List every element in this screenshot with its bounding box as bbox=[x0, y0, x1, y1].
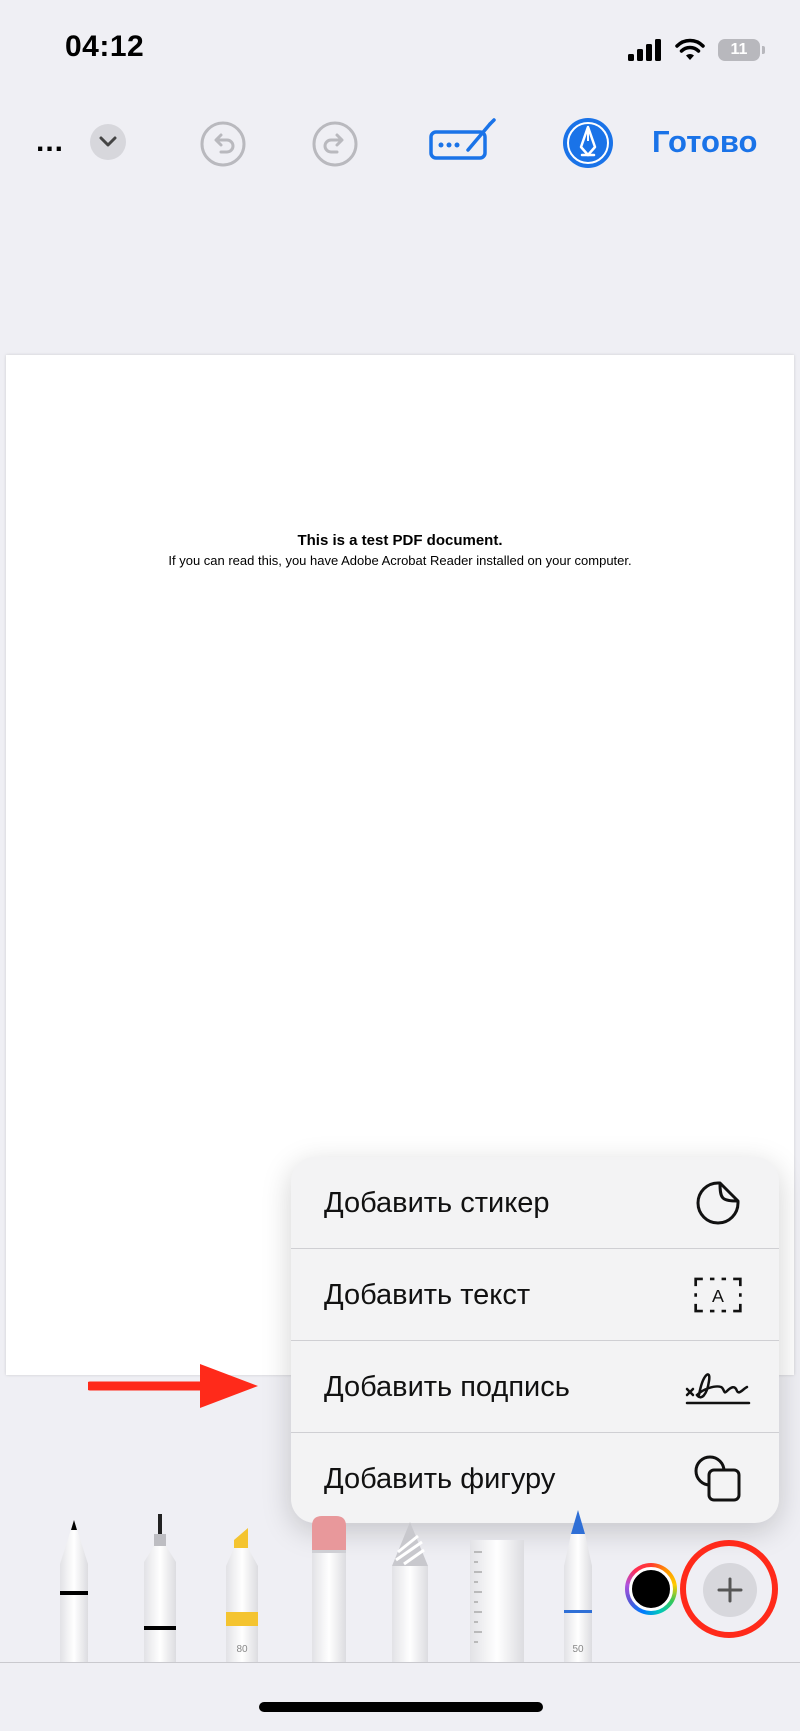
highlighter-tool[interactable]: 80 bbox=[226, 1528, 258, 1662]
document-subtitle: If you can read this, you have Adobe Acr… bbox=[168, 553, 632, 568]
battery-level: 11 bbox=[730, 41, 748, 58]
fineliner-tool[interactable] bbox=[144, 1514, 176, 1662]
markup-button[interactable] bbox=[562, 117, 614, 169]
menu-item-add-text[interactable]: Добавить текст A bbox=[291, 1249, 779, 1341]
signature-field-icon bbox=[429, 118, 496, 160]
color-picker-button[interactable] bbox=[625, 1563, 677, 1615]
home-indicator[interactable] bbox=[259, 1702, 543, 1712]
chevron-down-button[interactable] bbox=[90, 124, 126, 160]
signature-icon bbox=[685, 1362, 751, 1412]
menu-item-add-sticker[interactable]: Добавить стикер bbox=[291, 1157, 779, 1249]
menu-item-label: Добавить стикер bbox=[324, 1186, 550, 1219]
sticker-icon bbox=[693, 1178, 743, 1228]
undo-button[interactable] bbox=[199, 120, 247, 168]
more-button[interactable]: ... bbox=[30, 125, 70, 158]
battery-indicator: 11 bbox=[718, 39, 765, 61]
menu-item-label: Добавить фигуру bbox=[324, 1462, 556, 1495]
redo-button[interactable] bbox=[311, 120, 359, 168]
signature-field-button[interactable] bbox=[428, 116, 498, 166]
eraser-tool[interactable] bbox=[312, 1516, 346, 1662]
pencil-width-label: 50 bbox=[572, 1644, 584, 1655]
add-menu: Добавить стикер Добавить текст A Добавит… bbox=[291, 1157, 779, 1523]
red-arrow-annotation bbox=[88, 1364, 258, 1408]
svg-text:A: A bbox=[712, 1286, 724, 1306]
wifi-icon bbox=[675, 38, 705, 60]
cellular-signal-icon bbox=[628, 39, 661, 61]
status-time: 04:12 bbox=[65, 30, 145, 63]
document-title: This is a test PDF document. bbox=[297, 532, 503, 549]
crayon-tool[interactable]: 50 bbox=[564, 1510, 592, 1662]
marker-width-label: 80 bbox=[236, 1644, 248, 1655]
status-icons: 11 bbox=[628, 34, 765, 66]
selected-color-swatch bbox=[629, 1567, 673, 1611]
pencil-tool[interactable] bbox=[392, 1522, 428, 1662]
chevron-down-icon bbox=[99, 136, 117, 147]
menu-item-label: Добавить подпись bbox=[324, 1370, 570, 1403]
markup-pen-icon bbox=[563, 118, 613, 168]
text-box-icon: A bbox=[693, 1270, 743, 1320]
redo-icon bbox=[312, 121, 358, 167]
red-circle-annotation bbox=[680, 1540, 778, 1638]
done-button[interactable]: Готово bbox=[652, 124, 758, 160]
pen-tool[interactable] bbox=[60, 1520, 88, 1662]
undo-icon bbox=[200, 121, 246, 167]
divider bbox=[0, 1662, 800, 1663]
shapes-icon bbox=[693, 1454, 743, 1504]
menu-item-add-signature[interactable]: Добавить подпись bbox=[291, 1341, 779, 1433]
menu-item-label: Добавить текст bbox=[324, 1278, 531, 1311]
ruler-tool[interactable] bbox=[470, 1540, 524, 1662]
